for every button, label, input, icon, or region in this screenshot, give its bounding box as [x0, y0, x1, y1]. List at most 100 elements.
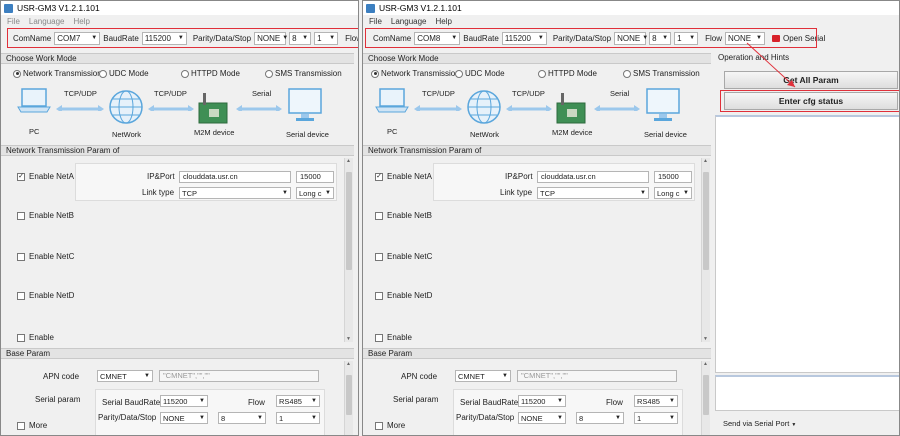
mode-network-transmission[interactable]: Network Transmission: [13, 69, 102, 78]
chevron-down-icon: ▼: [257, 415, 263, 421]
scrollbar-thumb[interactable]: [346, 375, 352, 415]
network-diagram: PC TCP/UDP NetWork TCP/UDP M2M device Se…: [363, 83, 711, 141]
enable-netc-checkbox[interactable]: Enable NetC: [17, 252, 74, 261]
chevron-down-icon: ▼: [282, 190, 288, 196]
enable-netb-checkbox[interactable]: Enable NetB: [17, 211, 74, 220]
flow-select-2[interactable]: RS485 ▼: [276, 395, 320, 407]
mode-sms[interactable]: SMS Transmission: [623, 69, 700, 78]
chevron-down-icon: ▼: [502, 373, 508, 379]
connection-select[interactable]: Long c ▼: [296, 187, 334, 199]
chevron-down-icon: ▼: [199, 398, 205, 404]
operation-hints-header: Operation and Hints: [713, 53, 899, 64]
pds-parity-select[interactable]: NONE ▼: [160, 412, 208, 424]
net-param-header: Network Transmission Param of: [363, 145, 711, 156]
port-input[interactable]: 15000: [296, 171, 334, 183]
mode-network-transmission[interactable]: Network Transmission: [371, 69, 460, 78]
ip-input[interactable]: clouddata.usr.cn: [179, 171, 291, 183]
pds-data-select[interactable]: 8 ▼: [576, 412, 624, 424]
chevron-down-icon: ▼: [325, 190, 331, 196]
chevron-down-icon: ▼: [669, 398, 675, 404]
enable-neta-checkbox[interactable]: ✓ Enable NetA: [375, 172, 432, 181]
highlight-box: [7, 28, 358, 48]
base-param-header: Base Param: [1, 348, 354, 359]
scrollbar-thumb[interactable]: [703, 172, 709, 270]
pc-label: PC: [29, 127, 40, 136]
chevron-down-icon: ▼: [669, 415, 675, 421]
menu-help[interactable]: Help: [435, 17, 451, 26]
ip-input[interactable]: clouddata.usr.cn: [537, 171, 649, 183]
serial-baudrate-label: Serial BaudRate: [102, 398, 161, 407]
send-textarea[interactable]: [715, 375, 899, 411]
serial-label: Serial: [610, 89, 630, 98]
scroll-up-icon: ▲: [703, 361, 708, 367]
apn-label: APN code: [401, 372, 438, 381]
monitor-icon: [646, 88, 680, 121]
serial-baudrate-select[interactable]: 115200 ▼: [160, 395, 208, 407]
chevron-down-icon: ▼: [791, 422, 797, 428]
enable-checkbox[interactable]: Enable: [375, 333, 412, 342]
base-param-panel: APN code CMNET ▼ "CMNET","","" Serial par…: [363, 361, 701, 435]
pds-label: Parity/Data/Stop: [456, 413, 515, 422]
menu-bar: File Language Help: [1, 15, 358, 27]
apn-select[interactable]: CMNET ▼: [455, 370, 511, 382]
mode-httpd[interactable]: HTTPD Mode: [538, 69, 597, 78]
pds-data-select[interactable]: 8 ▼: [218, 412, 266, 424]
left-window: USR-GM3 V1.2.1.101 File Language Help Co…: [0, 0, 359, 436]
menu-help[interactable]: Help: [73, 17, 89, 26]
enable-netd-checkbox[interactable]: Enable NetD: [17, 291, 74, 300]
pds-label: Parity/Data/Stop: [98, 413, 157, 422]
linktype-select[interactable]: TCP ▼: [537, 187, 649, 199]
enable-neta-checkbox[interactable]: ✓ Enable NetA: [17, 172, 74, 181]
base-param-scrollbar[interactable]: ▲: [344, 361, 353, 435]
mode-udc[interactable]: UDC Mode: [455, 69, 505, 78]
net-param-panel: ✓ Enable NetA Enable NetB Enable NetC Ena…: [1, 158, 345, 342]
serial-param-label: Serial param: [35, 395, 81, 404]
menu-language[interactable]: Language: [29, 17, 65, 26]
menu-language[interactable]: Language: [391, 17, 427, 26]
menu-file[interactable]: File: [7, 17, 20, 26]
flow-select-2[interactable]: RS485 ▼: [634, 395, 678, 407]
menu-file[interactable]: File: [369, 17, 382, 26]
neta-settings: IP&Port clouddata.usr.cn 15000 Link type…: [75, 163, 337, 201]
net-param-scrollbar[interactable]: ▲ ▼: [701, 158, 710, 342]
mode-sms[interactable]: SMS Transmission: [265, 69, 342, 78]
choose-work-mode-header: Choose Work Mode: [363, 53, 711, 64]
chevron-down-icon: ▼: [683, 190, 689, 196]
pds-stop-select[interactable]: 1 ▼: [276, 412, 320, 424]
base-param-scrollbar[interactable]: ▲: [701, 361, 710, 435]
apn-string-field[interactable]: "CMNET","","": [517, 370, 677, 382]
apn-select[interactable]: CMNET ▼: [97, 370, 153, 382]
net-param-header: Network Transmission Param of: [1, 145, 354, 156]
serial-baudrate-select[interactable]: 115200 ▼: [518, 395, 566, 407]
scrollbar-thumb[interactable]: [703, 375, 709, 415]
more-checkbox[interactable]: More: [17, 421, 47, 430]
enable-netd-checkbox[interactable]: Enable NetD: [375, 291, 432, 300]
linktype-select[interactable]: TCP ▼: [179, 187, 291, 199]
menu-bar: File Language Help: [363, 15, 899, 27]
chevron-down-icon: ▼: [640, 190, 646, 196]
ipport-label: IP&Port: [505, 172, 533, 181]
mode-httpd[interactable]: HTTPD Mode: [181, 69, 240, 78]
apn-string-field[interactable]: "CMNET","","": [159, 370, 319, 382]
port-input[interactable]: 15000: [654, 171, 692, 183]
right-window: USR-GM3 V1.2.1.101 File Language Help Co…: [362, 0, 900, 436]
net-param-scrollbar[interactable]: ▲ ▼: [344, 158, 353, 342]
chevron-down-icon: ▼: [615, 415, 621, 421]
enable-netb-checkbox[interactable]: Enable NetB: [375, 211, 432, 220]
network-diagram: PC TCP/UDP NetWork TCP/UDP M2M device Se…: [1, 83, 354, 141]
tcpudp-label-2: TCP/UDP: [512, 89, 545, 98]
linktype-label: Link type: [142, 188, 175, 197]
mode-udc[interactable]: UDC Mode: [99, 69, 149, 78]
pds-parity-select[interactable]: NONE ▼: [518, 412, 566, 424]
enable-checkbox[interactable]: Enable: [17, 333, 54, 342]
network-label: NetWork: [470, 130, 500, 139]
red-arrow-icon: [746, 42, 796, 88]
more-checkbox[interactable]: More: [375, 421, 405, 430]
pds-stop-select[interactable]: 1 ▼: [634, 412, 678, 424]
connection-select[interactable]: Long c ▼: [654, 187, 692, 199]
neta-settings: IP&Port clouddata.usr.cn 15000 Link type…: [433, 163, 695, 201]
hints-textarea[interactable]: [715, 115, 899, 373]
scrollbar-thumb[interactable]: [346, 172, 352, 270]
send-via-serial-dropdown[interactable]: Send via Serial Port ▼: [723, 419, 796, 428]
enable-netc-checkbox[interactable]: Enable NetC: [375, 252, 432, 261]
